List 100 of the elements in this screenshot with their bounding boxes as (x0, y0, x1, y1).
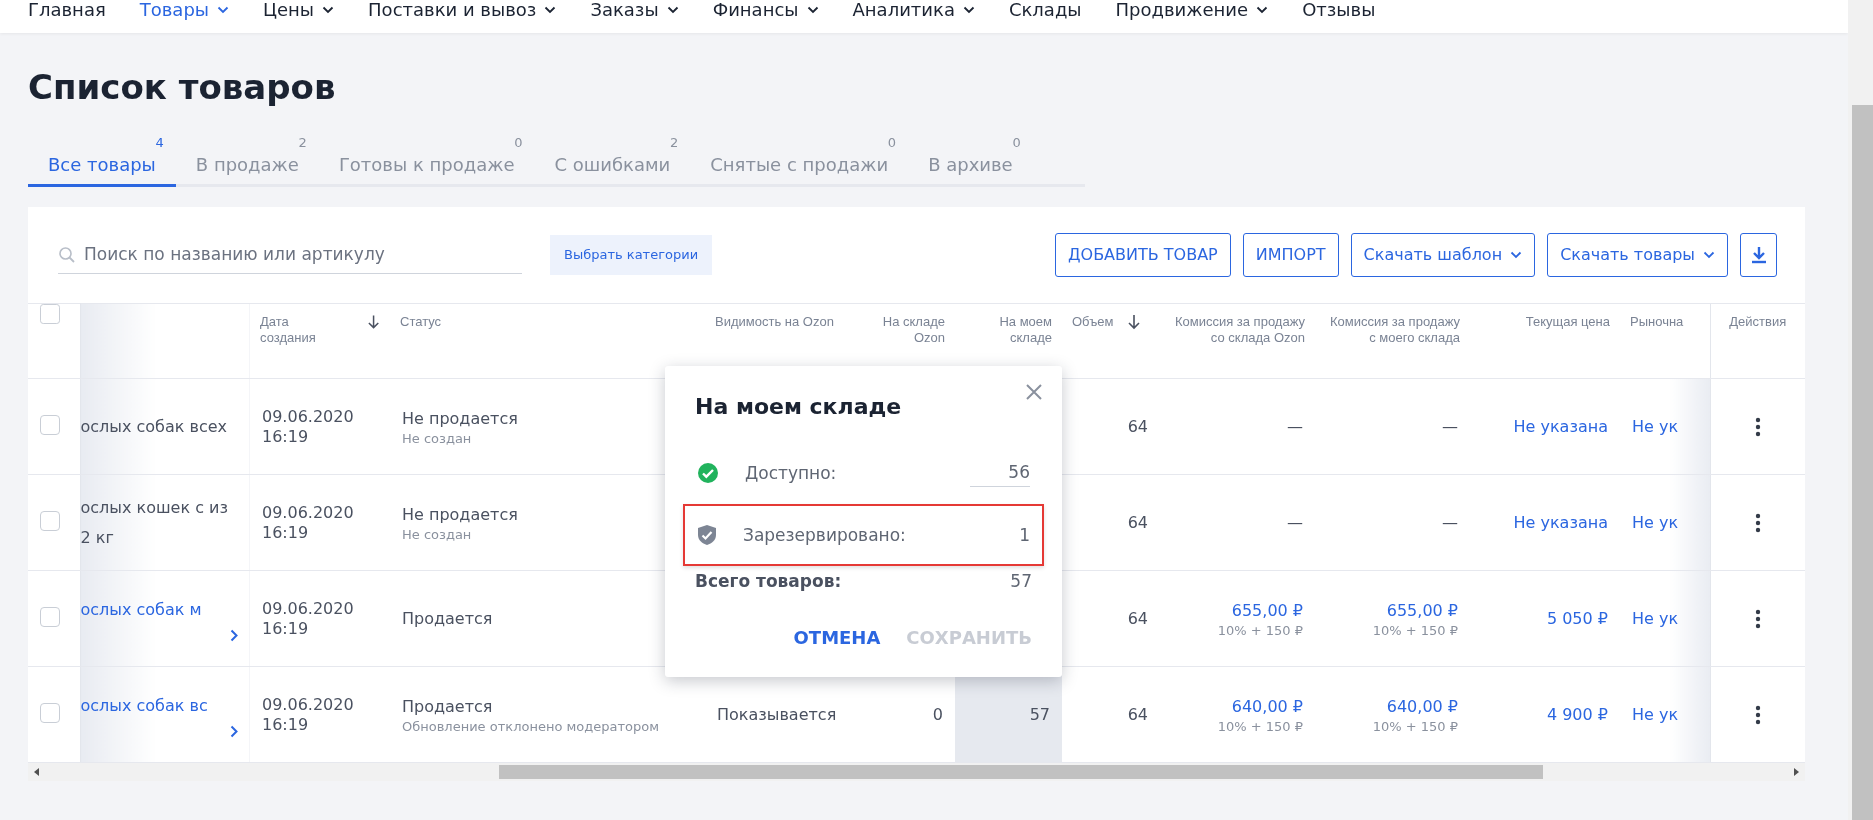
nav-link[interactable]: Финансы (712, 0, 819, 33)
select-all-checkbox[interactable] (40, 304, 60, 324)
row-checkbox[interactable] (40, 510, 60, 531)
dropdown-button[interactable]: Скачать шаблон (1350, 233, 1536, 277)
tab[interactable]: 0 Готовы к продаже (318, 131, 535, 187)
chevron-down-icon (962, 6, 975, 14)
tab[interactable]: 0 В архиве (908, 131, 1033, 187)
more-actions-button[interactable] (1754, 417, 1761, 437)
chevron-right-icon[interactable] (230, 725, 238, 738)
product-name: 2 кг (80, 526, 115, 549)
stock-label: Зарезервировано: (743, 523, 907, 547)
search-icon (58, 245, 76, 264)
volume-text: 64 (1127, 512, 1148, 532)
search-field[interactable]: Поиск по названию или артикулу (58, 235, 522, 275)
nav-link[interactable]: Заказы (590, 0, 679, 33)
volume-text: 64 (1127, 608, 1148, 628)
outline-button[interactable]: ИМПОРТ (1242, 233, 1339, 277)
stock-count: 57 (1029, 704, 1050, 724)
commission-formula: 10% + 150 ₽ (1371, 718, 1458, 735)
market-price-link[interactable]: Не ук (1632, 704, 1679, 724)
volume-text: 64 (1127, 416, 1148, 436)
more-actions-button[interactable] (1754, 609, 1761, 629)
price-link[interactable]: 4 900 ₽ (1546, 704, 1608, 724)
commission-formula: 10% + 150 ₽ (1371, 622, 1458, 639)
commission-formula: 10% + 150 ₽ (1216, 622, 1303, 639)
column-header: Дата создания (260, 314, 317, 346)
column-header: Действия (1729, 314, 1787, 329)
tab-count: 2 (297, 135, 307, 151)
chevron-down-icon (1703, 251, 1715, 259)
tab[interactable]: 4 Все товары (28, 131, 176, 187)
stock-count: 0 (932, 704, 943, 724)
tab-count: 4 (154, 135, 164, 151)
sort-arrow-icon[interactable] (1127, 314, 1142, 330)
nav-link[interactable]: Цены (263, 0, 335, 33)
time-text: 16:19 (262, 522, 310, 543)
status-text: Не продается (402, 503, 519, 526)
nav-link[interactable]: Поставки и вывоз (368, 0, 557, 33)
outline-button[interactable]: ДОБАВИТЬ ТОВАР (1055, 233, 1231, 277)
more-actions-button[interactable] (1754, 513, 1761, 533)
quantity-value: 1 (1019, 523, 1030, 547)
tab-label: Готовы к продаже (338, 153, 515, 177)
commission-value: 640,00 ₽ (1385, 695, 1458, 718)
dropdown-button[interactable]: Скачать товары (1547, 233, 1728, 277)
close-button[interactable] (1026, 384, 1042, 400)
nav-link[interactable]: Склады (1008, 0, 1082, 33)
more-actions-button[interactable] (1754, 705, 1761, 725)
download-button[interactable] (1740, 233, 1777, 277)
nav-link[interactable]: Отзывы (1302, 0, 1376, 33)
row-checkbox[interactable] (40, 414, 60, 435)
chevron-down-icon (322, 6, 335, 14)
cancel-button[interactable]: ОТМЕНА (793, 624, 881, 652)
chevron-down-icon (544, 6, 557, 14)
chevron-down-icon (1510, 251, 1523, 259)
column-header: Комиссия за продажу с моего склада (1329, 314, 1460, 345)
date-text: 09.06.2020 (262, 694, 355, 715)
column-header: На моем складе (999, 314, 1052, 345)
quantity-field[interactable]: 56 (970, 460, 1030, 487)
tab[interactable]: 0 Снятые с продажи (690, 131, 909, 187)
price-link[interactable]: Не указана (1513, 416, 1608, 436)
nav-link[interactable]: Главная (28, 0, 106, 33)
commission-value: — (1287, 512, 1303, 532)
commission-value: — (1287, 416, 1303, 436)
tab-label: В архиве (928, 153, 1013, 177)
category-button[interactable]: Выбрать категории (550, 235, 713, 275)
status-text: Продается (402, 607, 494, 630)
tab-count: 0 (1011, 135, 1021, 151)
chevron-right-icon[interactable] (230, 629, 238, 642)
visibility-text: Показывается (717, 704, 837, 724)
horizontal-scrollbar[interactable] (28, 763, 1805, 781)
price-link[interactable]: Не указана (1513, 512, 1608, 532)
market-price-link[interactable]: Не ук (1632, 416, 1679, 436)
vertical-scrollbar[interactable] (1848, 0, 1873, 820)
nav-link[interactable]: Товары (139, 0, 230, 33)
price-link[interactable]: 5 050 ₽ (1546, 608, 1608, 628)
column-header: Объем (1072, 314, 1114, 330)
market-price-link[interactable]: Не ук (1632, 608, 1679, 628)
row-checkbox[interactable] (40, 606, 60, 627)
nav-link[interactable]: Продвижение (1115, 0, 1269, 33)
column-header: Комиссия за продажу со склада Ozon (1174, 314, 1305, 345)
date-text: 09.06.2020 (262, 598, 355, 619)
status-note: Не создан (402, 430, 473, 447)
commission-value: 655,00 ₽ (1230, 599, 1303, 622)
market-price-link[interactable]: Не ук (1632, 512, 1679, 532)
product-name: ослых собак всех (80, 415, 229, 438)
page-title: Список товаров (28, 66, 337, 109)
check-circle-icon (697, 462, 719, 485)
column-header: Статус (400, 314, 442, 329)
commission-value: — (1442, 416, 1458, 436)
tab[interactable]: 2 С ошибками (534, 131, 691, 187)
popover-title: На моем складе (695, 394, 903, 421)
tab-count: 0 (886, 135, 897, 151)
commission-value: 655,00 ₽ (1385, 599, 1458, 622)
commission-value: 640,00 ₽ (1230, 695, 1303, 718)
nav-link[interactable]: Аналитика (852, 0, 975, 33)
sort-arrow-icon[interactable] (366, 314, 380, 330)
tab[interactable]: 2 В продаже (175, 131, 319, 187)
chevron-down-icon (806, 6, 819, 14)
row-checkbox[interactable] (40, 702, 60, 723)
column-header: Рыночна (1630, 314, 1684, 329)
column-header: Видимость на Ozon (715, 314, 834, 329)
